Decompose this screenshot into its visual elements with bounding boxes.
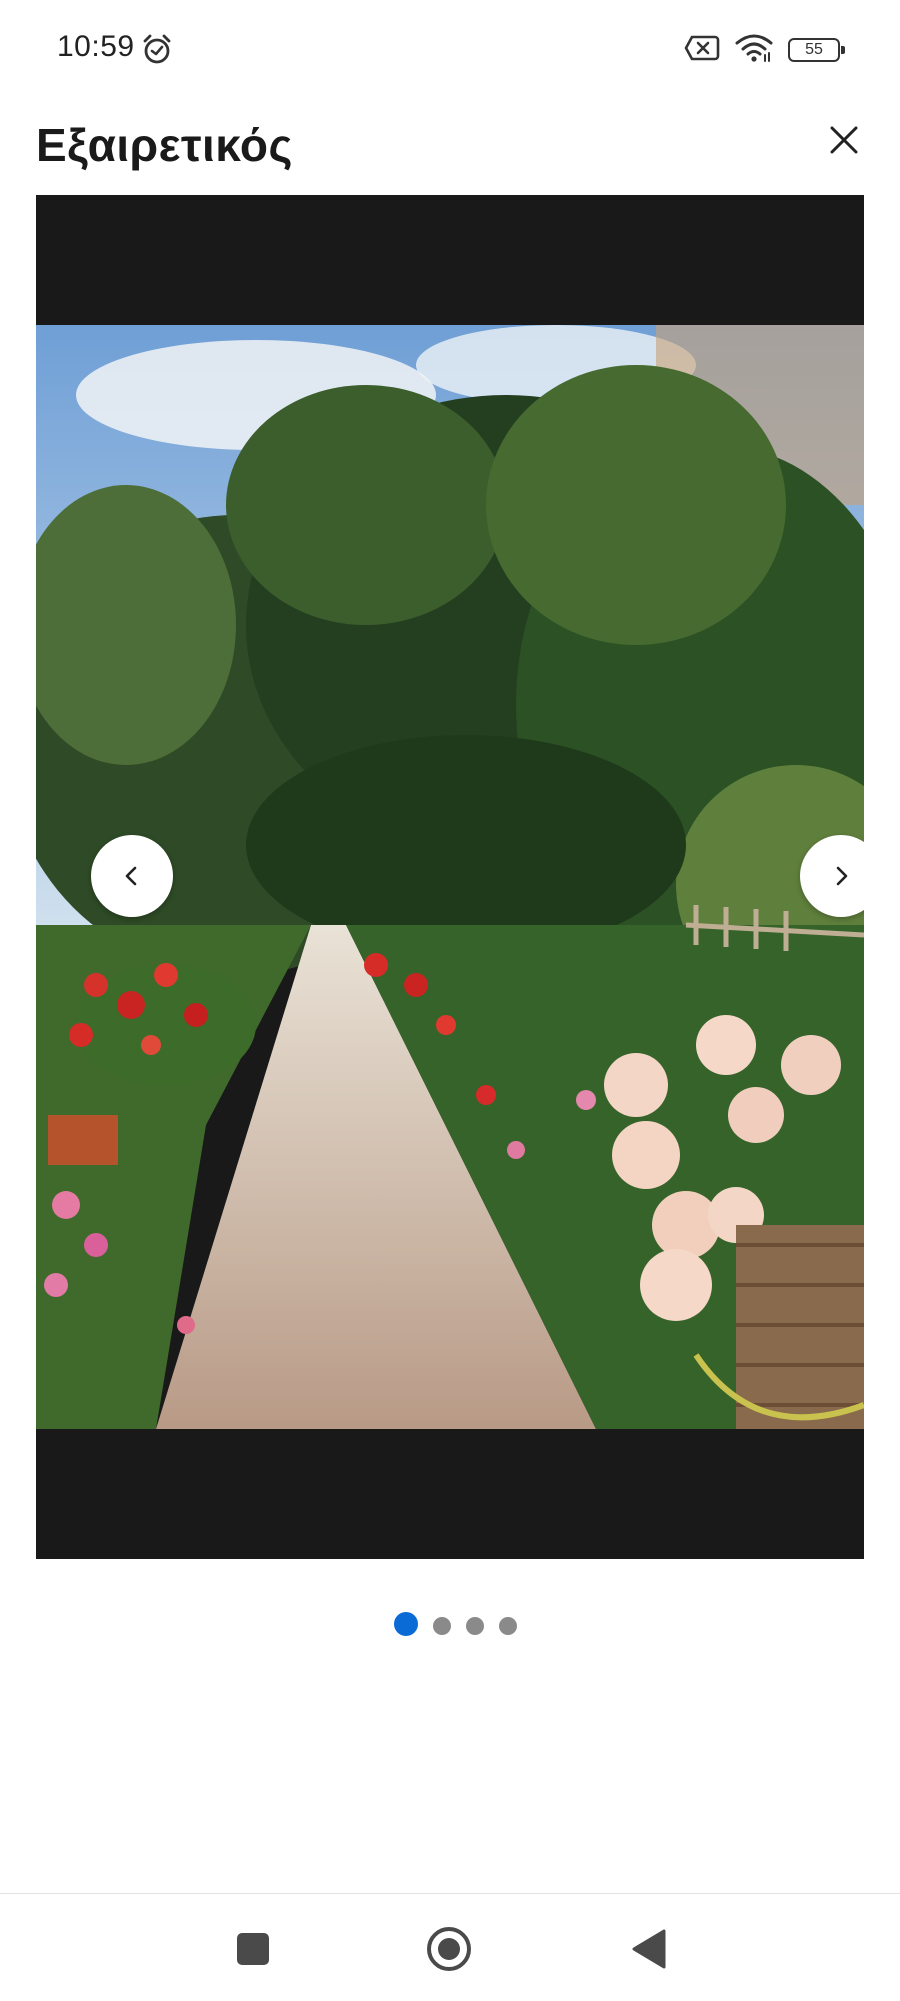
status-time: 10:59 xyxy=(57,30,135,63)
status-icons: 55 xyxy=(684,30,845,70)
previous-image-button[interactable] xyxy=(91,835,173,917)
recents-square-icon xyxy=(237,1933,269,1965)
battery-level: 55 xyxy=(805,41,823,58)
no-sim-icon xyxy=(684,34,720,67)
system-navigation-bar xyxy=(0,1893,900,2001)
chevron-right-icon xyxy=(836,866,848,886)
alarm-clock-icon xyxy=(140,32,174,66)
wifi-icon xyxy=(734,33,774,68)
pagination-dots xyxy=(0,1612,900,1636)
back-triangle-icon xyxy=(632,1929,666,1969)
page-title: Εξαιρετικός xyxy=(36,119,293,171)
header: Εξαιρετικός xyxy=(0,100,900,190)
status-bar: 10:59 55 xyxy=(0,0,900,100)
close-icon xyxy=(830,126,858,154)
image-viewer[interactable] xyxy=(36,195,864,1559)
pagination-dot-2[interactable] xyxy=(432,1616,451,1635)
recents-button[interactable] xyxy=(228,1924,278,1974)
home-button[interactable] xyxy=(424,1924,474,1974)
pagination-dot-3[interactable] xyxy=(465,1616,484,1635)
back-button[interactable] xyxy=(624,1924,674,1974)
pagination-dot-1[interactable] xyxy=(393,1612,418,1636)
chevron-left-icon xyxy=(125,866,137,886)
pagination-dot-4[interactable] xyxy=(498,1616,517,1635)
close-button[interactable] xyxy=(818,114,870,166)
home-circle-icon xyxy=(427,1927,471,1971)
battery-icon: 55 xyxy=(788,38,845,62)
